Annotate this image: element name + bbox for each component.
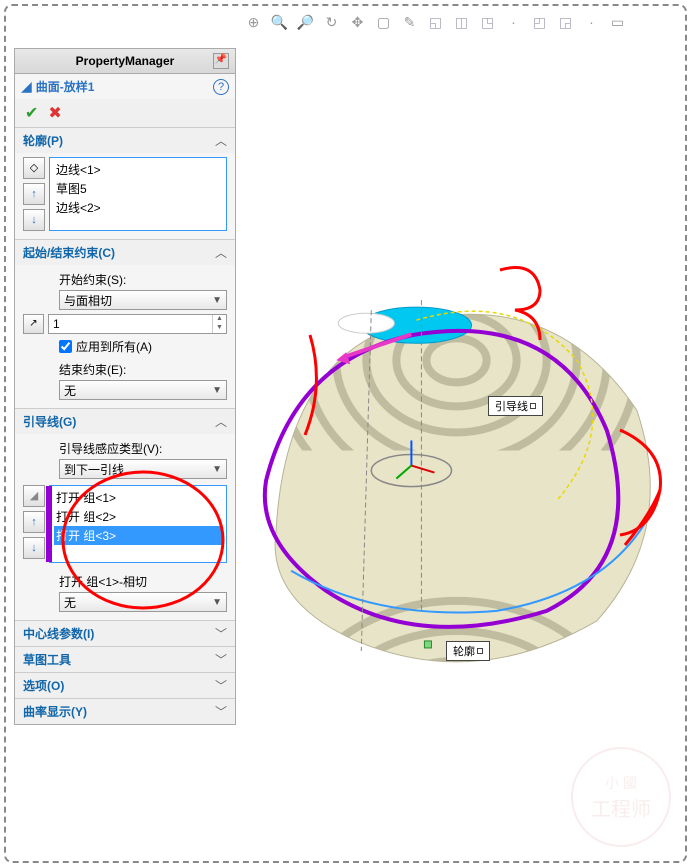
screen-icon[interactable]: ▭ — [608, 12, 628, 32]
end-constraint-label: 结束约束(E): — [59, 361, 227, 378]
constraints-section: 起始/结束约束(C) ︿ 开始约束(S): 与面相切 ▼ ↗ ▲▼ 应用到所有 — [15, 239, 235, 408]
spin-down[interactable]: ▼ — [212, 324, 226, 333]
guides-header[interactable]: 引导线(G) ︿ — [15, 409, 235, 434]
feature-name: 曲面-放样1 — [36, 78, 95, 95]
guide-tangent-label: 打开 组<1>-相切 — [59, 573, 227, 590]
profile-loop-icon[interactable]: ◇ — [23, 157, 45, 179]
start-constraint-select[interactable]: 与面相切 ▼ — [59, 290, 227, 310]
profiles-header[interactable]: 轮廓(P) ︿ — [15, 128, 235, 153]
endpoint-marker — [424, 641, 431, 648]
feature-title-row: ◢ 曲面-放样1 ? — [15, 74, 235, 99]
list-item[interactable]: 边线<1> — [54, 160, 222, 179]
profile-move-down-button[interactable]: ↓ — [23, 209, 45, 231]
apply-all-checkbox[interactable] — [59, 340, 72, 353]
chevron-down-icon: ﹀ — [215, 651, 227, 668]
list-item[interactable]: 边线<2> — [54, 198, 222, 217]
chevron-down-icon: ▼ — [212, 385, 222, 396]
chevron-down-icon: ▼ — [212, 464, 222, 475]
apply-scene-icon[interactable]: ◰ — [530, 12, 550, 32]
list-item[interactable]: 草图5 — [54, 179, 222, 198]
guide-handle — [46, 486, 52, 562]
curvature-section: 曲率显示(Y) ﹀ — [15, 698, 235, 724]
profile-move-up-button[interactable]: ↑ — [23, 183, 45, 205]
loft-surface — [275, 314, 650, 662]
direction-button[interactable]: ↗ — [23, 314, 44, 334]
ok-cancel-row: ✔ ✖ — [15, 99, 235, 127]
sketchtools-section: 草图工具 ﹀ — [15, 646, 235, 672]
cancel-button[interactable]: ✖ — [48, 103, 61, 123]
scene-icon[interactable]: ◳ — [478, 12, 498, 32]
influence-label: 引导线感应类型(V): — [59, 440, 227, 457]
chevron-down-icon: ﹀ — [215, 703, 227, 720]
guide-callout[interactable]: 引导线 — [488, 396, 543, 416]
profiles-list[interactable]: 边线<1> 草图5 边线<2> — [49, 157, 227, 231]
help-icon[interactable]: ? — [213, 79, 229, 95]
section-icon[interactable]: ▢ — [374, 12, 394, 32]
hide-show-icon[interactable]: ◫ — [452, 12, 472, 32]
pan-icon[interactable]: ✥ — [348, 12, 368, 32]
zoom-fit-icon[interactable]: ⊕ — [244, 12, 264, 32]
sep2: · — [582, 12, 602, 32]
list-item[interactable]: 打开 组<3> — [54, 526, 222, 545]
apply-all-label: 应用到所有(A) — [76, 338, 152, 355]
chevron-down-icon: ﹀ — [215, 625, 227, 642]
pin-icon[interactable]: 📌 — [213, 53, 229, 69]
tangent-length-input[interactable]: ▲▼ — [48, 314, 227, 334]
centerline-header[interactable]: 中心线参数(I) ﹀ — [15, 621, 235, 646]
view-toolbar: ⊕ 🔍 🔎 ↻ ✥ ▢ ✎ ◱ ◫ ◳ · ◰ ◲ · ▭ — [200, 10, 671, 34]
guide-move-down-button[interactable]: ↓ — [23, 537, 45, 559]
profiles-section: 轮廓(P) ︿ ◇ ↑ ↓ 边线<1> 草图5 边线<2> — [15, 127, 235, 239]
list-item[interactable]: 打开 组<2> — [54, 507, 222, 526]
chevron-up-icon: ︿ — [215, 413, 227, 430]
chevron-down-icon: ﹀ — [215, 677, 227, 694]
profile-top-hole — [338, 313, 394, 333]
options-section: 选项(O) ﹀ — [15, 672, 235, 698]
loft-feature-icon: ◢ — [21, 78, 32, 95]
list-item[interactable]: 打开 组<1> — [54, 488, 222, 507]
guide-tangent-icon[interactable]: ◢ — [23, 485, 45, 507]
display-style-icon[interactable]: ◱ — [426, 12, 446, 32]
zoom-area-icon[interactable]: 🔍 — [270, 12, 290, 32]
view-orient-icon[interactable]: ✎ — [400, 12, 420, 32]
panel-header: PropertyManager 📌 — [15, 49, 235, 74]
rotate-icon[interactable]: ↻ — [322, 12, 342, 32]
property-manager-panel: PropertyManager 📌 ◢ 曲面-放样1 ? ✔ ✖ 轮廓(P) ︿… — [14, 48, 236, 725]
chevron-down-icon: ▼ — [212, 597, 222, 608]
chevron-down-icon: ▼ — [212, 295, 222, 306]
view-settings-icon[interactable]: ◲ — [556, 12, 576, 32]
sep: · — [504, 12, 524, 32]
start-constraint-label: 开始约束(S): — [59, 271, 227, 288]
sketchtools-header[interactable]: 草图工具 ﹀ — [15, 647, 235, 672]
profile-callout[interactable]: 轮廓 — [446, 641, 490, 661]
ok-button[interactable]: ✔ — [25, 103, 38, 123]
chevron-up-icon: ︿ — [215, 132, 227, 149]
panel-title: PropertyManager — [37, 54, 213, 68]
guides-section: 引导线(G) ︿ 引导线感应类型(V): 到下一引线 ▼ ◢ ↑ ↓ 打开 组 — [15, 408, 235, 620]
spin-up[interactable]: ▲ — [212, 315, 226, 324]
graphics-viewport[interactable]: 引导线 轮廓 — [236, 48, 677, 853]
curvature-header[interactable]: 曲率显示(Y) ﹀ — [15, 699, 235, 724]
influence-select[interactable]: 到下一引线 ▼ — [59, 459, 227, 479]
end-constraint-select[interactable]: 无 ▼ — [59, 380, 227, 400]
chevron-up-icon: ︿ — [215, 244, 227, 261]
constraints-header[interactable]: 起始/结束约束(C) ︿ — [15, 240, 235, 265]
guide-tangent-select[interactable]: 无 ▼ — [59, 592, 227, 612]
guides-list[interactable]: 打开 组<1> 打开 组<2> 打开 组<3> — [49, 485, 227, 563]
zoom-icon[interactable]: 🔎 — [296, 12, 316, 32]
centerline-section: 中心线参数(I) ﹀ — [15, 620, 235, 646]
options-header[interactable]: 选项(O) ﹀ — [15, 673, 235, 698]
guide-move-up-button[interactable]: ↑ — [23, 511, 45, 533]
